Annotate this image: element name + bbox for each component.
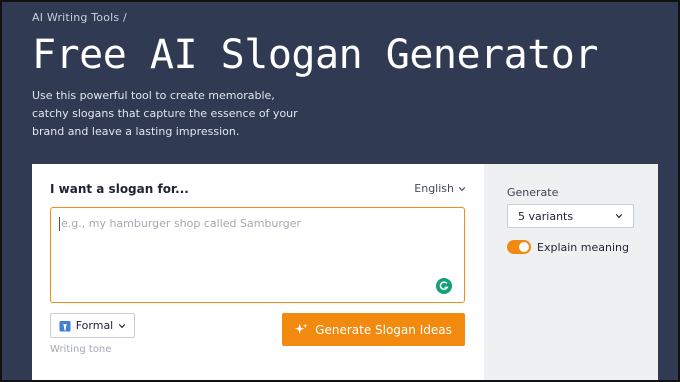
grammarly-icon[interactable] [436, 278, 452, 294]
chevron-down-icon [119, 323, 126, 328]
sparkle-icon [295, 323, 308, 334]
chevron-down-icon [458, 186, 466, 191]
generator-options-panel: Generate 5 variants Explain meaning [484, 164, 658, 380]
text-caret [59, 217, 60, 231]
toggle-knob [519, 242, 529, 252]
explain-meaning-toggle[interactable] [507, 240, 531, 254]
language-value: English [414, 182, 454, 195]
writing-tone-select[interactable]: Formal [50, 313, 135, 338]
generate-count-label: Generate [507, 186, 559, 199]
explain-meaning-label: Explain meaning [537, 240, 629, 254]
slogan-subject-input[interactable]: e.g., my hamburger shop called Samburger [50, 207, 465, 303]
tone-caption: Writing tone [50, 344, 112, 355]
input-placeholder: e.g., my hamburger shop called Samburger [61, 217, 301, 230]
chevron-down-icon [615, 214, 623, 219]
variants-select[interactable]: 5 variants [507, 204, 634, 228]
tone-value: Formal [75, 319, 114, 332]
generator-main-panel: I want a slogan for... English e.g., my … [32, 164, 484, 380]
generator-card: I want a slogan for... English e.g., my … [32, 164, 658, 380]
page-subtitle: Use this powerful tool to create memorab… [32, 89, 298, 138]
necktie-icon [59, 320, 71, 331]
variants-value: 5 variants [518, 209, 574, 223]
page-title: Free AI Slogan Generator [32, 32, 598, 78]
breadcrumb[interactable]: AI Writing Tools / [32, 11, 127, 24]
language-select[interactable]: English [414, 182, 466, 195]
generate-button-label: Generate Slogan Ideas [315, 322, 452, 337]
prompt-label: I want a slogan for... [50, 182, 189, 196]
app-frame: AI Writing Tools / Free AI Slogan Genera… [0, 0, 680, 382]
explain-meaning-row: Explain meaning [507, 240, 629, 254]
generate-slogans-button[interactable]: Generate Slogan Ideas [282, 313, 465, 346]
